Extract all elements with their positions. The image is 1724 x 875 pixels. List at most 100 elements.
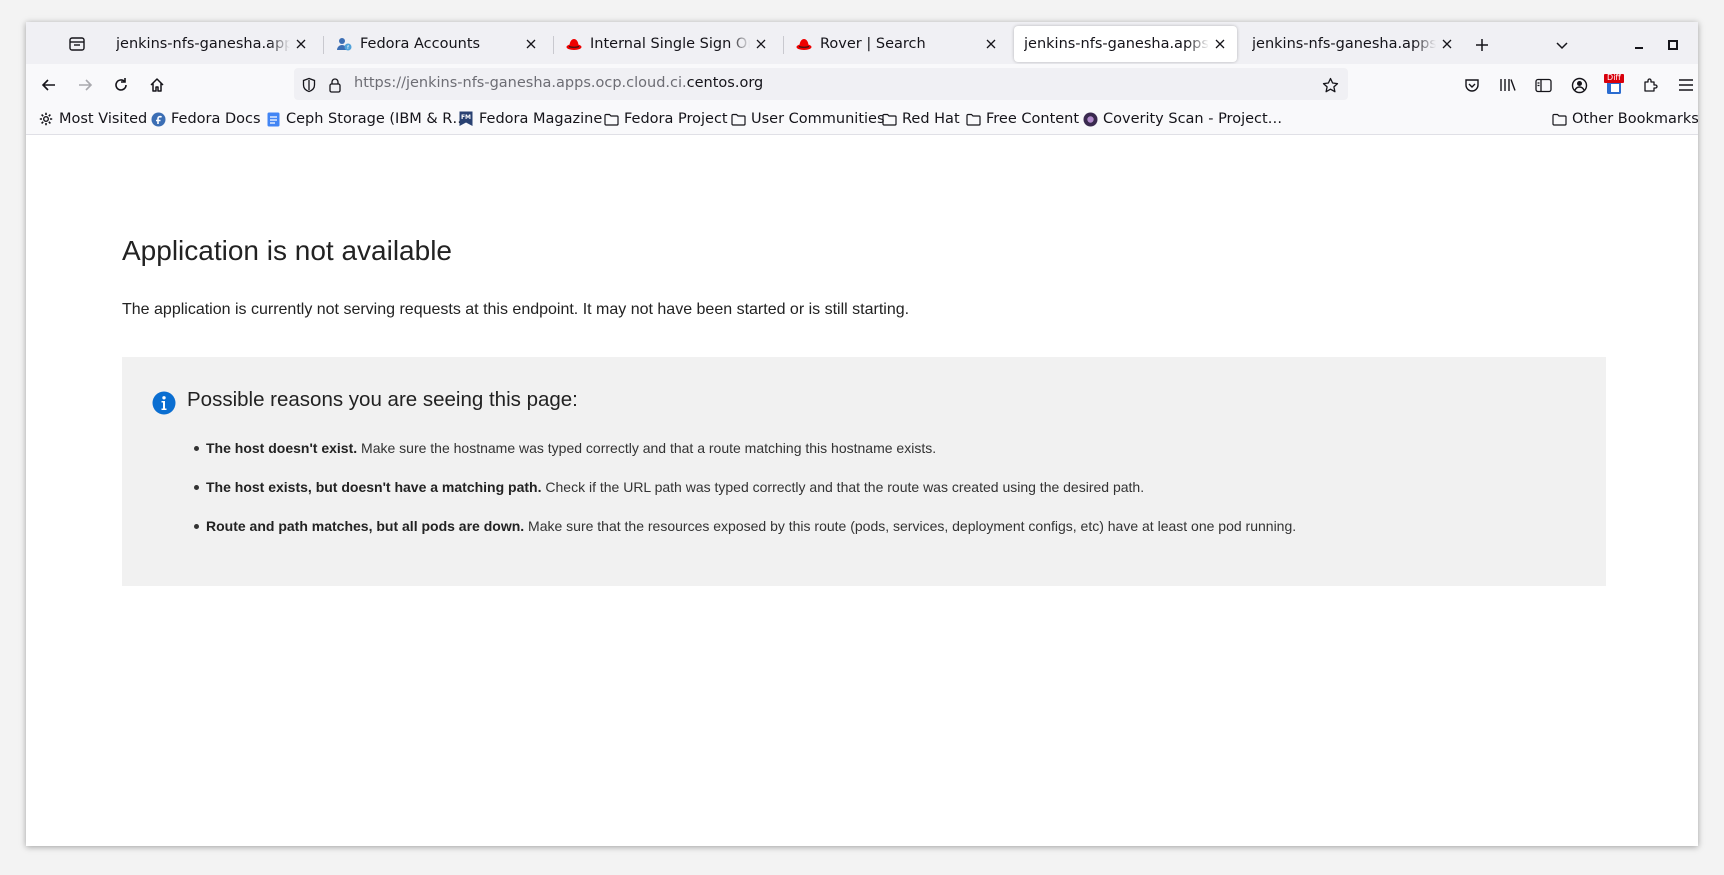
diff-badge-text: Diff bbox=[1607, 73, 1621, 82]
tab-close-button[interactable] bbox=[750, 33, 772, 55]
tab-close-button[interactable] bbox=[980, 33, 1002, 55]
reload-button[interactable] bbox=[106, 70, 136, 100]
bookmark-label: Other Bookmarks bbox=[1572, 111, 1698, 127]
bookmark-fedora-project[interactable]: Fedora Project bbox=[603, 110, 728, 128]
reason-text: Check if the URL path was typed correctl… bbox=[541, 479, 1145, 495]
folder-icon bbox=[1551, 111, 1567, 127]
pocket-button[interactable] bbox=[1457, 70, 1487, 100]
bookmark-coverity-scan[interactable]: Coverity Scan - Project… bbox=[1082, 110, 1282, 128]
bookmark-fedora-magazine[interactable]: FM Fedora Magazine bbox=[458, 110, 602, 128]
page-title: Application is not available bbox=[122, 235, 452, 266]
new-tab-button[interactable] bbox=[1469, 32, 1495, 58]
tab-separator bbox=[783, 36, 784, 54]
tab-title: jenkins-nfs-ganesha.apps.ocp.cloud.ci.ce… bbox=[1252, 36, 1436, 52]
reason-item: The host exists, but doesn't have a matc… bbox=[192, 478, 1296, 517]
maximize-button[interactable] bbox=[1660, 32, 1686, 58]
tab-jenkins-3[interactable]: jenkins-nfs-ganesha.apps.ocp.cloud.ci.ce… bbox=[1242, 26, 1464, 62]
reason-item: Route and path matches, but all pods are… bbox=[192, 517, 1296, 556]
bookmark-label: Free Content bbox=[986, 111, 1080, 127]
bookmarks-toolbar: Most Visited Fedora Docs Ceph Storage (I… bbox=[26, 104, 1698, 135]
minimize-button[interactable] bbox=[1626, 32, 1652, 58]
lock-icon[interactable] bbox=[326, 76, 344, 94]
hamburger-menu-icon bbox=[1679, 79, 1693, 91]
reasons-panel: Possible reasons you are seeing this pag… bbox=[122, 357, 1606, 586]
bookmark-other-bookmarks[interactable]: Other Bookmarks bbox=[1551, 110, 1698, 128]
fedora-icon bbox=[150, 111, 166, 127]
chevron-down-icon bbox=[1556, 42, 1568, 50]
tab-fedora-accounts[interactable]: f Fedora Accounts bbox=[326, 26, 548, 62]
puzzle-icon bbox=[1644, 78, 1658, 92]
plus-icon bbox=[1476, 39, 1488, 51]
tab-close-button[interactable] bbox=[520, 33, 542, 55]
bookmark-star-icon[interactable] bbox=[1321, 76, 1339, 94]
home-button[interactable] bbox=[142, 70, 172, 100]
minimize-icon bbox=[1635, 47, 1643, 49]
tab-close-button[interactable] bbox=[1436, 33, 1458, 55]
firefox-view-button[interactable] bbox=[62, 30, 92, 58]
tab-jenkins-selected[interactable]: jenkins-nfs-ganesha.apps.ocp.cloud.ci.ce… bbox=[1014, 26, 1237, 62]
tab-close-button[interactable] bbox=[1209, 33, 1231, 55]
url-text[interactable]: https://jenkins-nfs-ganesha.apps.ocp.clo… bbox=[354, 75, 763, 91]
bookmark-user-communities[interactable]: User Communities bbox=[730, 110, 885, 128]
reason-text: Make sure the hostname was typed correct… bbox=[357, 440, 937, 456]
bookmark-label: Ceph Storage (IBM & R… bbox=[286, 111, 467, 127]
folder-icon bbox=[965, 111, 981, 127]
folder-icon bbox=[603, 111, 619, 127]
close-icon bbox=[1215, 39, 1225, 49]
tracking-protection-shield-icon[interactable] bbox=[300, 76, 318, 94]
gear-icon bbox=[38, 111, 54, 127]
coverity-icon bbox=[1082, 111, 1098, 127]
bookmark-red-hat[interactable]: Red Hat bbox=[881, 110, 960, 128]
tab-internal-sso[interactable]: Internal Single Sign On bbox=[556, 26, 778, 62]
home-icon bbox=[150, 78, 164, 92]
bookmark-label: Coverity Scan - Project… bbox=[1103, 111, 1283, 127]
tab-title: Fedora Accounts bbox=[360, 36, 481, 52]
account-button[interactable] bbox=[1564, 70, 1594, 100]
url-prefix: https://jenkins-nfs-ganesha.apps.ocp.clo… bbox=[354, 75, 687, 91]
bookmark-label: User Communities bbox=[751, 111, 885, 127]
reason-bold: The host doesn't exist. bbox=[206, 440, 358, 456]
window-close-button[interactable] bbox=[1693, 32, 1698, 58]
fedora-accounts-icon: f bbox=[336, 36, 352, 52]
bookmark-fedora-docs[interactable]: Fedora Docs bbox=[150, 110, 261, 128]
tab-jenkins-1[interactable]: jenkins-nfs-ganesha.apps.ocp.cloud.ci.ce… bbox=[106, 26, 318, 62]
back-button[interactable] bbox=[34, 70, 64, 100]
tab-separator bbox=[323, 36, 324, 54]
tab-title: jenkins-nfs-ganesha.apps.ocp.cloud.ci.ce… bbox=[1024, 36, 1209, 52]
arrow-left-icon bbox=[41, 79, 55, 91]
redhat-icon bbox=[796, 36, 812, 52]
close-icon bbox=[756, 39, 766, 49]
reason-text: Make sure that the resources exposed by … bbox=[524, 518, 1297, 534]
sidebar-button[interactable] bbox=[1528, 70, 1558, 100]
library-button[interactable] bbox=[1493, 70, 1523, 100]
tab-title: jenkins-nfs-ganesha.apps.ocp.cloud.ci.ce… bbox=[116, 36, 290, 52]
tab-close-button[interactable] bbox=[290, 33, 312, 55]
list-all-tabs-button[interactable] bbox=[1549, 32, 1575, 58]
reload-icon bbox=[115, 78, 127, 91]
close-icon bbox=[1442, 39, 1452, 49]
folder-icon bbox=[730, 111, 746, 127]
arrow-right-icon bbox=[79, 79, 93, 91]
reason-bold: The host exists, but doesn't have a matc… bbox=[206, 479, 542, 495]
url-bar[interactable]: https://jenkins-nfs-ganesha.apps.ocp.clo… bbox=[294, 68, 1348, 100]
bookmark-most-visited[interactable]: Most Visited bbox=[38, 110, 147, 128]
bookmark-free-content[interactable]: Free Content bbox=[965, 110, 1079, 128]
sidebar-icon bbox=[1534, 78, 1552, 92]
library-icon bbox=[1500, 79, 1516, 91]
diff-extension-button[interactable]: Diff bbox=[1599, 70, 1629, 100]
info-icon bbox=[152, 391, 176, 415]
url-domain: centos.org bbox=[686, 75, 764, 91]
firefox-view-icon bbox=[69, 37, 85, 51]
doc-icon bbox=[265, 111, 281, 127]
forward-button[interactable] bbox=[70, 70, 100, 100]
tab-title: Internal Single Sign On bbox=[590, 36, 750, 52]
svg-text:FM: FM bbox=[461, 114, 471, 121]
tab-separator bbox=[553, 36, 554, 54]
extensions-button[interactable] bbox=[1635, 70, 1665, 100]
bookmark-ceph-storage[interactable]: Ceph Storage (IBM & R… bbox=[265, 110, 467, 128]
close-icon bbox=[526, 39, 536, 49]
tab-rover-search[interactable]: Rover | Search bbox=[786, 26, 1008, 62]
page-content: Application is not available The applica… bbox=[26, 135, 1698, 846]
app-menu-button[interactable] bbox=[1671, 70, 1698, 100]
tab-strip: jenkins-nfs-ganesha.apps.ocp.cloud.ci.ce… bbox=[26, 22, 1698, 64]
